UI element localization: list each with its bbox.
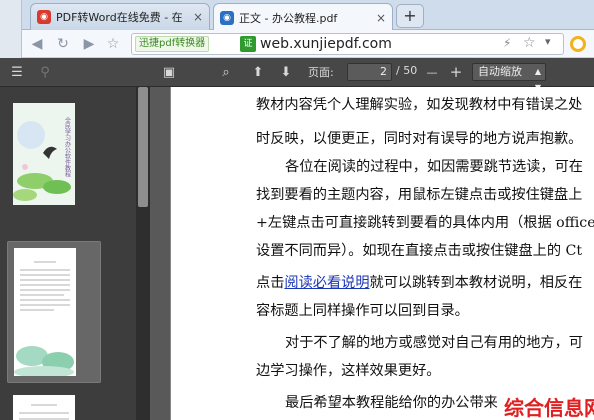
- search-icon[interactable]: ⌕: [217, 63, 235, 82]
- site-watermark: 综合信息网: [504, 396, 594, 420]
- page-count: / 50: [396, 64, 418, 77]
- pdf-toolbar: ☰ ⚲ ▣ ⌕ ⬆ ⬇ 页面: 2 / 50 — + 自动缩放 ▲▼: [0, 58, 594, 92]
- thumbnail-title-text: 全民学习办公软件教程: [64, 116, 71, 178]
- read-first-link[interactable]: 阅读必看说明: [284, 275, 369, 291]
- page-thumbnail-2[interactable]: [7, 241, 101, 383]
- tab-title: PDF转Word在线免费 - 在: [56, 11, 183, 24]
- document-line: 时反映，以便更正，同时对有误导的地方说声抱歉。: [256, 131, 583, 147]
- zoom-in-button[interactable]: +: [448, 63, 464, 82]
- line-text: 就可以跳转到本教材说明，相反在: [369, 275, 583, 291]
- cover-thumbnail-image: 全民学习办公软件教程: [13, 103, 75, 205]
- text-page-thumbnail-image: [13, 395, 75, 420]
- presentation-mode-icon[interactable]: ▣: [160, 63, 178, 82]
- bookmark-star-icon[interactable]: ☆: [104, 35, 122, 53]
- document-line: 各位在阅读的过程中，如因需要跳节选读，可在: [285, 159, 583, 175]
- window-edge: [0, 0, 22, 58]
- text-page-thumbnail-image: [14, 248, 76, 376]
- zoom-out-button[interactable]: —: [424, 63, 440, 82]
- pdf-favicon-icon: ◉: [220, 10, 234, 25]
- tab-strip: ◉ PDF转Word在线免费 - 在 × ◉ 正文 - 办公教程.pdf × +: [0, 0, 594, 31]
- pdf-page: 教材内容凭个人理解实验，如发现教材中有错误之处 时反映，以便更正，同时对有误导的…: [170, 87, 594, 420]
- document-line: 找到要看的主题内容，用鼠标左键点击或按住键盘上: [256, 187, 583, 203]
- zoom-value: 自动缩放: [478, 65, 522, 78]
- document-line: 教材内容凭个人理解实验，如发现教材中有错误之处: [256, 97, 583, 113]
- line-text: 点击: [256, 275, 285, 291]
- tab-current-document[interactable]: ◉ 正文 - 办公教程.pdf ×: [213, 3, 393, 31]
- document-line: 边学习操作，这样效果更好。: [256, 363, 441, 379]
- document-line: 容标题上同样操作可以回到目录。: [256, 303, 469, 319]
- extension-icon[interactable]: [570, 36, 586, 52]
- viewer-gutter: [150, 87, 170, 420]
- zoom-select[interactable]: 自动缩放 ▲▼: [472, 63, 546, 92]
- sidebar-toggle-icon[interactable]: ☰: [8, 63, 26, 82]
- thumbnail-sidebar: 全民学习办公软件教程: [0, 87, 150, 420]
- dropdown-arrow-icon[interactable]: ▾: [545, 35, 551, 48]
- tab-title: 正文 - 办公教程.pdf: [239, 11, 338, 25]
- new-tab-button[interactable]: +: [396, 4, 424, 28]
- close-tab-icon[interactable]: ×: [376, 11, 386, 25]
- page-number-input[interactable]: 2: [347, 63, 392, 81]
- back-icon[interactable]: ◀: [28, 35, 46, 53]
- previous-page-icon[interactable]: ⬆: [249, 63, 267, 82]
- browser-window: ◉ PDF转Word在线免费 - 在 × ◉ 正文 - 办公教程.pdf × +…: [0, 0, 594, 420]
- page-label: 页面:: [308, 66, 334, 79]
- next-page-icon[interactable]: ⬇: [277, 63, 295, 82]
- navigation-bar: ◀ ↻ ▶ ☆ 迅捷pdf转换器 证 web.xunjiepdf.com ⚡ ☆…: [0, 30, 594, 58]
- document-line: 对于不了解的地方或感觉对自己有用的地方，可: [285, 335, 583, 351]
- page-thumbnail-3[interactable]: [7, 389, 101, 420]
- sidebar-scrollbar[interactable]: [136, 87, 150, 420]
- refresh-icon[interactable]: ↻: [54, 35, 72, 53]
- url-text[interactable]: web.xunjiepdf.com: [260, 35, 392, 53]
- site-badge[interactable]: 迅捷pdf转换器: [135, 36, 210, 52]
- verified-icon[interactable]: 证: [240, 36, 256, 52]
- pdf-favicon-icon: ◉: [37, 10, 51, 24]
- document-line: 点击阅读必看说明就可以跳转到本教材说明，相反在: [256, 274, 582, 292]
- lightning-icon[interactable]: ⚡: [503, 36, 511, 50]
- attachment-icon[interactable]: ⚲: [36, 63, 54, 82]
- favorite-star-icon[interactable]: ☆: [523, 35, 536, 51]
- close-tab-icon[interactable]: ×: [193, 10, 203, 24]
- scrollbar-thumb[interactable]: [138, 87, 148, 207]
- forward-icon[interactable]: ▶: [80, 35, 98, 53]
- document-line: 设置不同而异）。如现在直接点击或按住键盘上的 Ct: [256, 243, 583, 259]
- document-line: +左键点击可直接跳转到要看的具体内用（根据 office: [256, 215, 594, 231]
- page-thumbnail-1[interactable]: 全民学习办公软件教程: [7, 97, 101, 219]
- document-line: 最后希望本教程能给你的办公带来: [285, 395, 498, 411]
- tab-pdf-to-word[interactable]: ◉ PDF转Word在线免费 - 在 ×: [30, 3, 210, 30]
- address-bar[interactable]: 迅捷pdf转换器 证 web.xunjiepdf.com ⚡ ☆ ▾: [131, 33, 564, 55]
